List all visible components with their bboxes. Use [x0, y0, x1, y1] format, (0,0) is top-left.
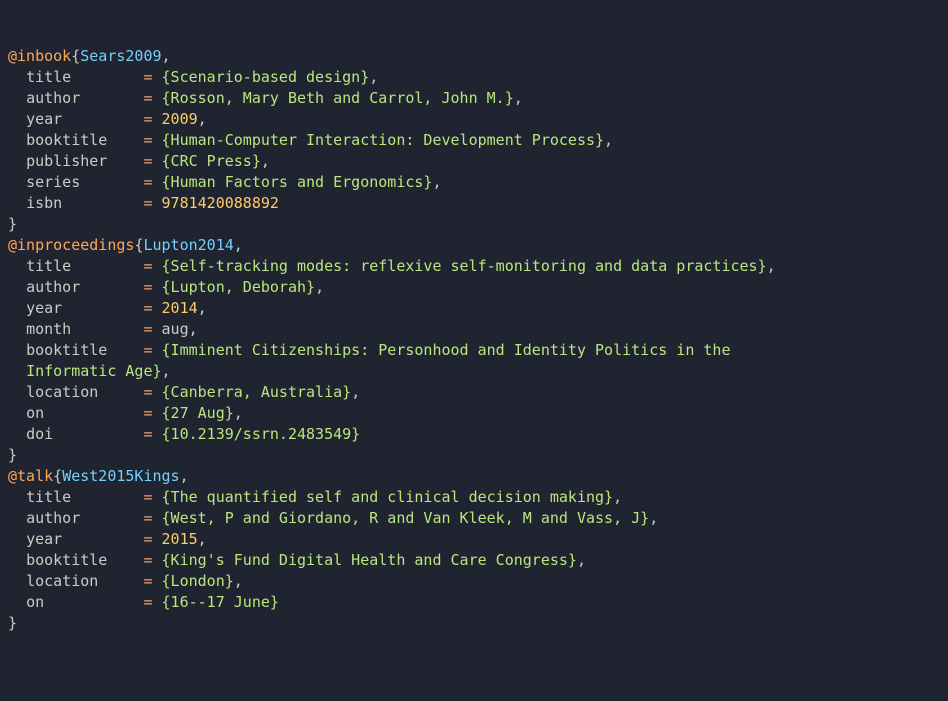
cite-key: Sears2009: [80, 47, 161, 65]
field-value: 2014: [162, 299, 198, 317]
field-name: title: [26, 257, 134, 275]
equals-sign: =: [143, 509, 152, 527]
field-value: {Scenario-based design}: [162, 68, 370, 86]
equals-sign: =: [143, 110, 152, 128]
field-name: on: [26, 593, 134, 611]
field-value: {27 Aug}: [162, 404, 234, 422]
field-value: 2009: [162, 110, 198, 128]
field-value: {Rosson, Mary Beth and Carrol, John M.}: [162, 89, 514, 107]
field-name: author: [26, 89, 134, 107]
field-value: {West, P and Giordano, R and Van Kleek, …: [162, 509, 650, 527]
open-brace: {: [53, 467, 62, 485]
field-name: title: [26, 68, 134, 86]
bibtex-source: @inbook{Sears2009, title = {Scenario-bas…: [8, 46, 940, 634]
field-name: location: [26, 383, 134, 401]
terminator: ,: [369, 68, 378, 86]
terminator: ,: [432, 173, 441, 191]
equals-sign: =: [143, 320, 152, 338]
field-name: month: [26, 320, 134, 338]
field-name: author: [26, 278, 134, 296]
field-value: {16--17 June}: [162, 593, 279, 611]
field-name: year: [26, 299, 134, 317]
field-name: booktitle: [26, 131, 134, 149]
terminator: ,: [315, 278, 324, 296]
terminator: ,: [162, 362, 171, 380]
terminator: ,: [767, 257, 776, 275]
terminator: ,: [649, 509, 658, 527]
field-value: {Human Factors and Ergonomics}: [162, 173, 433, 191]
terminator: ,: [613, 488, 622, 506]
entry-type: @inbook: [8, 47, 71, 65]
equals-sign: =: [143, 341, 152, 359]
equals-sign: =: [143, 404, 152, 422]
equals-sign: =: [143, 173, 152, 191]
close-brace: }: [8, 614, 17, 632]
field-value: aug: [162, 320, 189, 338]
terminator: ,: [198, 299, 207, 317]
cite-key: West2015Kings: [62, 467, 179, 485]
field-value: {Lupton, Deborah}: [162, 278, 316, 296]
terminator: ,: [234, 572, 243, 590]
field-value-line1: {Imminent Citizenships: Personhood and I…: [162, 341, 731, 359]
cite-key: Lupton2014: [143, 236, 233, 254]
field-name: publisher: [26, 152, 134, 170]
equals-sign: =: [143, 425, 152, 443]
comma: ,: [234, 236, 243, 254]
open-brace: {: [71, 47, 80, 65]
terminator: ,: [234, 404, 243, 422]
field-value: {CRC Press}: [162, 152, 261, 170]
field-name: booktitle: [26, 341, 134, 359]
equals-sign: =: [143, 194, 152, 212]
field-name: on: [26, 404, 134, 422]
field-value: {London}: [162, 572, 234, 590]
field-value: {Canberra, Australia}: [162, 383, 352, 401]
field-value: {The quantified self and clinical decisi…: [162, 488, 614, 506]
field-name: year: [26, 110, 134, 128]
equals-sign: =: [143, 89, 152, 107]
field-name: title: [26, 488, 134, 506]
equals-sign: =: [143, 299, 152, 317]
field-value: 2015: [162, 530, 198, 548]
terminator: ,: [198, 530, 207, 548]
field-name: series: [26, 173, 134, 191]
terminator: ,: [351, 383, 360, 401]
equals-sign: =: [143, 593, 152, 611]
field-name: isbn: [26, 194, 134, 212]
field-name: location: [26, 572, 134, 590]
field-value: {10.2139/ssrn.2483549}: [162, 425, 361, 443]
equals-sign: =: [143, 257, 152, 275]
equals-sign: =: [143, 551, 152, 569]
equals-sign: =: [143, 131, 152, 149]
terminator: ,: [198, 110, 207, 128]
field-value: 9781420088892: [162, 194, 279, 212]
equals-sign: =: [143, 278, 152, 296]
terminator: ,: [189, 320, 198, 338]
field-name: doi: [26, 425, 134, 443]
field-name: booktitle: [26, 551, 134, 569]
terminator: ,: [261, 152, 270, 170]
terminator: ,: [577, 551, 586, 569]
equals-sign: =: [143, 530, 152, 548]
entry-type: @inproceedings: [8, 236, 134, 254]
field-value: {Self-tracking modes: reflexive self-mon…: [162, 257, 767, 275]
comma: ,: [162, 47, 171, 65]
equals-sign: =: [143, 152, 152, 170]
close-brace: }: [8, 446, 17, 464]
equals-sign: =: [143, 488, 152, 506]
equals-sign: =: [143, 572, 152, 590]
field-value-line2: Informatic Age}: [26, 362, 161, 380]
field-value: {King's Fund Digital Health and Care Con…: [162, 551, 577, 569]
field-value: {Human-Computer Interaction: Development…: [162, 131, 605, 149]
equals-sign: =: [143, 383, 152, 401]
close-brace: }: [8, 215, 17, 233]
equals-sign: =: [143, 68, 152, 86]
terminator: ,: [604, 131, 613, 149]
field-name: author: [26, 509, 134, 527]
comma: ,: [180, 467, 189, 485]
terminator: ,: [514, 89, 523, 107]
entry-type: @talk: [8, 467, 53, 485]
field-name: year: [26, 530, 134, 548]
